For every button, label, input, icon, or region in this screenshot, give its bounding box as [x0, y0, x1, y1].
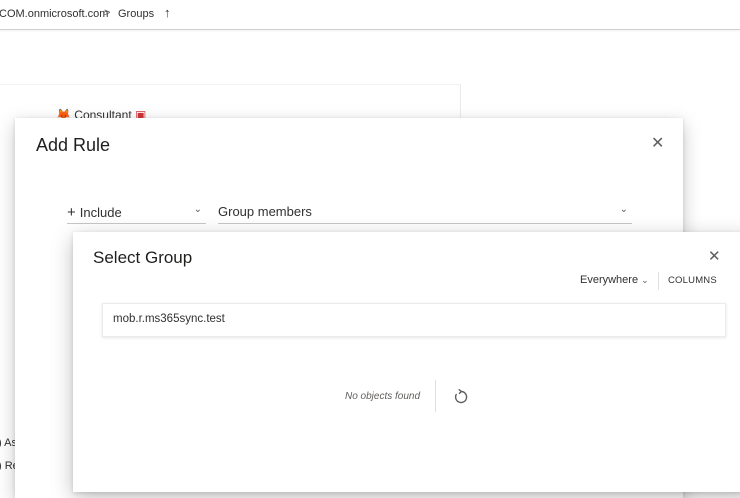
empty-message: No objects found	[345, 391, 421, 402]
breadcrumb-bar: COM.onmicrosoft.com > Groups ↑	[0, 0, 740, 30]
breadcrumb-tenant[interactable]: COM.onmicrosoft.com	[0, 8, 108, 20]
close-icon[interactable]: ✕	[708, 249, 721, 265]
close-icon[interactable]: ✕	[651, 136, 664, 152]
chevron-down-icon: ⌄	[619, 204, 628, 215]
search-input[interactable]	[103, 304, 713, 334]
chevron-down-icon: ⌄	[641, 275, 649, 285]
include-dropdown[interactable]: + Include ⌄	[67, 201, 206, 224]
breadcrumb-separator: >	[104, 7, 111, 19]
group-members-label: Group members	[218, 204, 312, 219]
add-rule-title: Add Rule	[36, 135, 111, 155]
toolbar-divider	[658, 272, 659, 290]
include-label: Include	[79, 205, 122, 220]
scope-label: Everywhere	[580, 274, 639, 286]
scope-dropdown[interactable]: Everywhere ⌄	[580, 274, 649, 286]
refresh-icon[interactable]	[453, 389, 469, 405]
breadcrumb-groups[interactable]: Groups	[118, 8, 154, 20]
group-members-dropdown[interactable]: Group members ⌄	[218, 201, 632, 224]
plus-icon: +	[67, 204, 76, 221]
select-group-title: Select Group	[93, 248, 193, 267]
columns-button[interactable]: COLUMNS	[668, 275, 717, 286]
chevron-down-icon: ⌄	[193, 204, 202, 215]
arrow-up-icon[interactable]: ↑	[164, 5, 171, 20]
select-group-dialog: Select Group ✕ Everywhere ⌄ COLUMNS No o…	[73, 232, 740, 492]
search-box	[102, 303, 726, 337]
empty-divider	[435, 380, 436, 412]
